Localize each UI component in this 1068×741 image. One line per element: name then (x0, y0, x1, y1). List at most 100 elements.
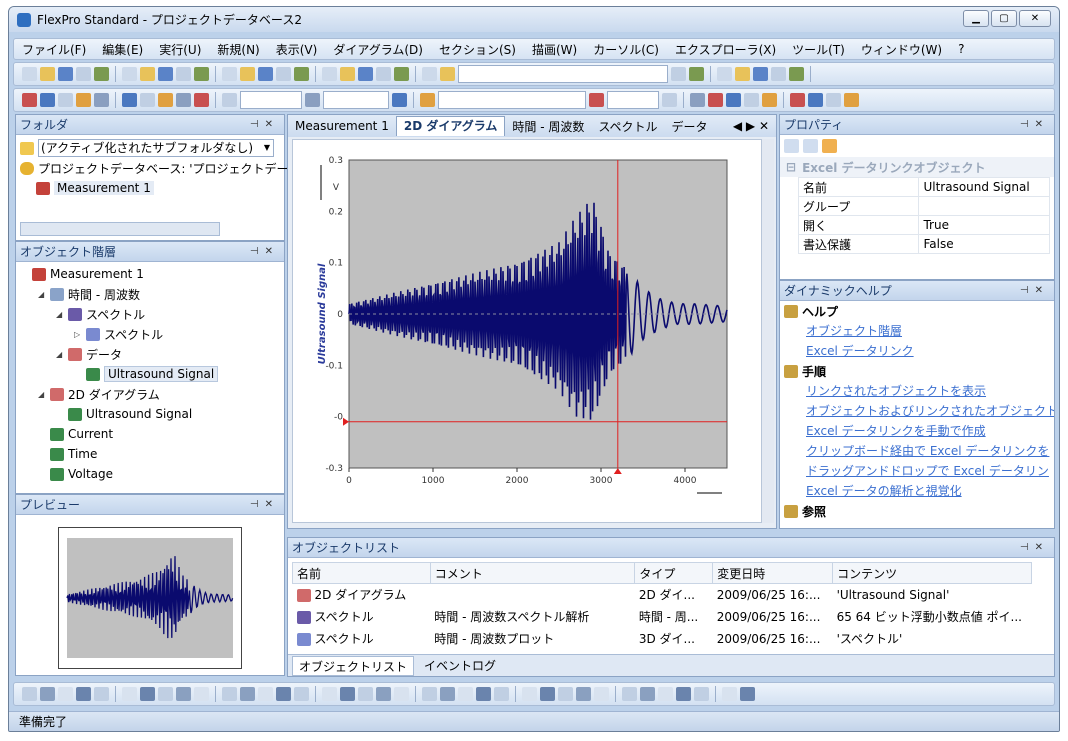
cursor-marker-y[interactable] (343, 417, 349, 426)
toolbar-button-icon[interactable] (140, 93, 155, 107)
help-link[interactable]: オブジェクトおよびリンクされたオブジェクト (784, 401, 1054, 421)
toolbar-button-icon[interactable] (671, 67, 686, 81)
expand-toggle-icon[interactable]: ◢ (56, 310, 68, 319)
toolbar-button-icon[interactable] (690, 93, 705, 107)
table-row[interactable]: 2D ダイアグラム 2D ダイ... 2009/06/25 16:... 'Ultra… (293, 584, 1032, 606)
toolbar-button-icon[interactable] (689, 67, 704, 81)
toolbar-button-icon[interactable] (94, 67, 109, 81)
table-row[interactable]: スペクトル 時間 - 周波数スペクトル解析 時間 - 周... 2009/06/25 … (293, 606, 1032, 628)
expand-toggle-icon[interactable]: ◢ (56, 350, 68, 359)
toolbar-button-icon[interactable] (440, 67, 455, 81)
column-header[interactable]: コメント (429, 562, 636, 584)
toolbar-button-icon[interactable] (40, 93, 55, 107)
property-row[interactable]: グループ (797, 196, 1050, 216)
menu-item-8[interactable]: カーソル(C) (585, 41, 667, 58)
column-header[interactable]: タイプ (634, 562, 714, 584)
toolbar-button-icon[interactable] (522, 687, 537, 701)
toolbar-button-icon[interactable] (194, 67, 209, 81)
toolbar-button-icon[interactable] (222, 67, 237, 81)
toolbar-button-icon[interactable] (340, 67, 355, 81)
line-chart[interactable]: 0 1000 2000 3000 4000 0.3 0.2 0.1 0 -0.1 -0 -0.3 Ult… (293, 140, 763, 524)
toolbar-button-icon[interactable] (622, 687, 637, 701)
vertical-scrollbar[interactable] (762, 139, 774, 523)
tree-item[interactable]: ▷ スペクトル (16, 324, 284, 344)
toolbar-button-icon[interactable] (176, 67, 191, 81)
toolbar-button-icon[interactable] (394, 687, 409, 701)
tab-nav-buttons[interactable]: ◀ ▶ ✕ (726, 119, 776, 133)
menu-item-3[interactable]: 新規(N) (209, 41, 267, 58)
panel-pin-close[interactable]: ⊣✕ (250, 246, 284, 257)
toolbar-button-icon[interactable] (194, 687, 209, 701)
help-link[interactable]: Excel データリンクを手動で作成 (784, 421, 1054, 441)
tree-item[interactable]: Ultrasound Signal (16, 404, 284, 424)
help-link[interactable]: Excel データリンク (784, 341, 1054, 361)
toolbar-button-icon[interactable] (140, 687, 155, 701)
expand-toggle-icon[interactable]: ◢ (38, 390, 50, 399)
doc-tab-3[interactable]: スペクトル (591, 118, 664, 135)
toolbar-button-icon[interactable] (540, 687, 555, 701)
column-header[interactable]: コンテンツ (832, 562, 1032, 584)
toolbar-button-icon[interactable] (789, 67, 804, 81)
menu-item-7[interactable]: 描画(W) (524, 41, 585, 58)
category-icon[interactable] (803, 139, 818, 153)
toolbar-button-icon[interactable] (440, 687, 455, 701)
panel-pin-close[interactable]: ⊣✕ (1020, 119, 1054, 130)
help-link[interactable]: クリップボード経由で Excel データリンクを (784, 441, 1054, 461)
toolbar-button-icon[interactable] (58, 93, 73, 107)
toolbar-button-icon[interactable] (222, 93, 237, 107)
panel-pin-close[interactable]: ⊣✕ (1020, 542, 1054, 553)
toolbar-button-icon[interactable] (740, 687, 755, 701)
doc-tab-4[interactable]: データ (665, 118, 715, 135)
tree-item[interactable]: Time (16, 444, 284, 464)
toolbar-button-icon[interactable] (22, 687, 37, 701)
toolbar-button-icon[interactable] (194, 93, 209, 107)
toolbar-button-icon[interactable] (76, 687, 91, 701)
toolbar-button-icon[interactable] (276, 67, 291, 81)
toolbar-button-icon[interactable] (358, 687, 373, 701)
bottom-tab-1[interactable]: イベントログ (418, 656, 502, 676)
toolbar-button-icon[interactable] (753, 67, 768, 81)
property-row[interactable]: 書込保護 False (797, 234, 1050, 254)
toolbar-button-icon[interactable] (76, 67, 91, 81)
toolbar-button-icon[interactable] (808, 93, 823, 107)
toolbar-combo[interactable] (607, 91, 659, 109)
tree-item[interactable]: ◢ 2D ダイアグラム (16, 384, 284, 404)
help-link[interactable]: オブジェクト階層 (784, 321, 1054, 341)
toolbar-combo[interactable] (458, 65, 668, 83)
toolbar-button-icon[interactable] (322, 687, 337, 701)
toolbar-button-icon[interactable] (158, 687, 173, 701)
toolbar-button-icon[interactable] (305, 93, 320, 107)
help-link[interactable]: リンクされたオブジェクトを表示 (784, 381, 1054, 401)
column-header[interactable]: 名前 (292, 562, 431, 584)
menu-item-2[interactable]: 実行(U) (151, 41, 209, 58)
horizontal-scrollbar[interactable] (20, 222, 220, 236)
toolbar-button-icon[interactable] (258, 67, 273, 81)
toolbar-button-icon[interactable] (294, 67, 309, 81)
doc-tab-1[interactable]: 2D ダイアグラム (395, 116, 506, 136)
toolbar-button-icon[interactable] (158, 93, 173, 107)
toolbar-button-icon[interactable] (790, 93, 805, 107)
menu-item-5[interactable]: ダイアグラム(D) (325, 41, 431, 58)
toolbar-button-icon[interactable] (376, 67, 391, 81)
tree-item[interactable]: ◢ 時間 - 周波数 (16, 284, 284, 304)
toolbar-button-icon[interactable] (94, 93, 109, 107)
minimize-button[interactable]: ▁ (963, 10, 989, 27)
toolbar-button-icon[interactable] (735, 67, 750, 81)
toolbar-combo[interactable] (323, 91, 389, 109)
toolbar-button-icon[interactable] (744, 93, 759, 107)
tree-item[interactable]: Measurement 1 (16, 264, 284, 284)
toolbar-button-icon[interactable] (340, 687, 355, 701)
toolbar-button-icon[interactable] (494, 687, 509, 701)
toolbar-button-icon[interactable] (240, 687, 255, 701)
toolbar-button-icon[interactable] (22, 93, 37, 107)
toolbar-button-icon[interactable] (422, 67, 437, 81)
toolbar-button-icon[interactable] (176, 93, 191, 107)
doc-tab-0[interactable]: Measurement 1 (288, 119, 396, 133)
property-row[interactable]: 名前 Ultrasound Signal (797, 177, 1050, 197)
subfolder-dropdown[interactable]: (アクティブ化されたサブフォルダなし) ▼ (38, 139, 274, 157)
toolbar-button-icon[interactable] (392, 93, 407, 107)
menu-item-10[interactable]: ツール(T) (784, 41, 853, 58)
toolbar-button-icon[interactable] (726, 93, 741, 107)
toolbar-button-icon[interactable] (717, 67, 732, 81)
toolbar-button-icon[interactable] (140, 67, 155, 81)
